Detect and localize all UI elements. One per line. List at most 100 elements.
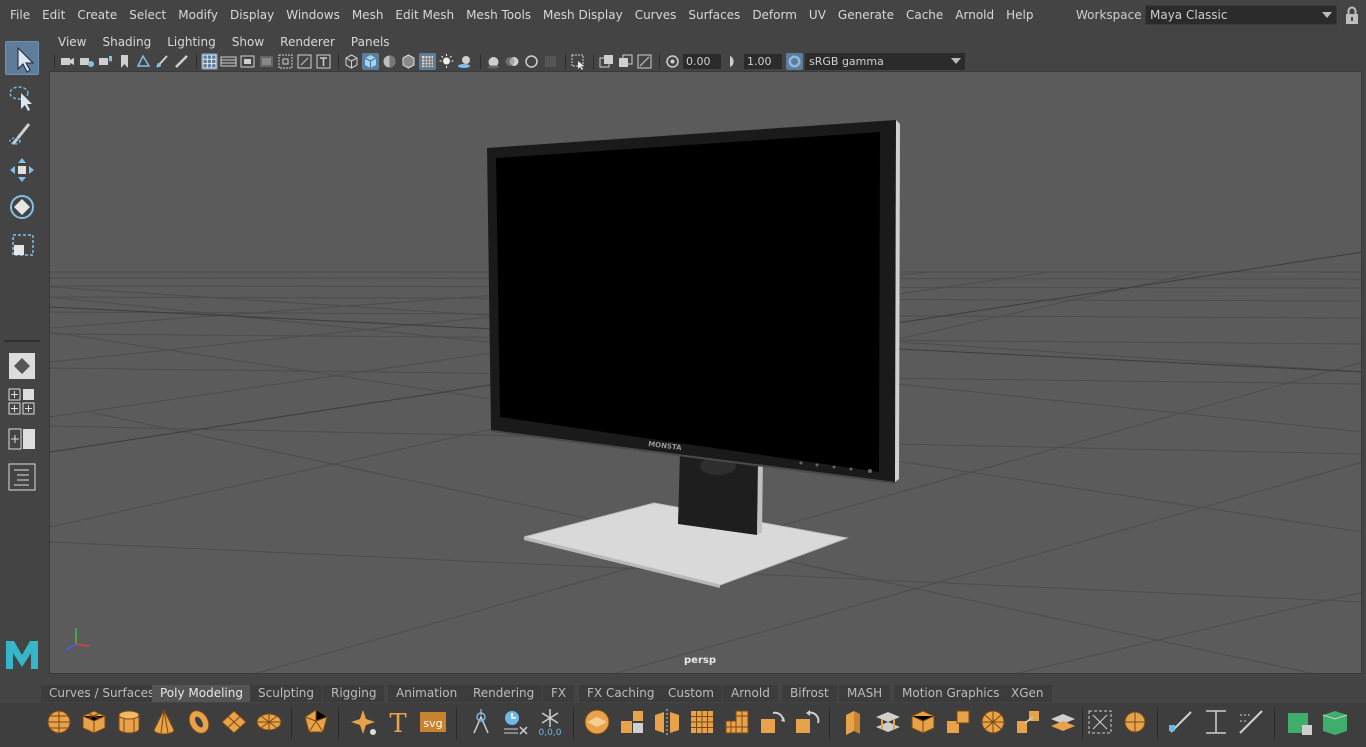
shelf-tab-motion-graphics[interactable]: Motion Graphics [894, 685, 1008, 702]
separate-icon[interactable] [617, 707, 647, 737]
lock-icon[interactable] [1343, 5, 1361, 25]
select-camera-icon[interactable] [59, 53, 76, 70]
paint-select-tool-button[interactable] [5, 116, 39, 150]
sweep-mesh-icon[interactable] [466, 707, 496, 737]
gamma-field[interactable]: 1.00 [744, 53, 782, 69]
menu-select[interactable]: Select [123, 8, 172, 22]
exposure-field[interactable]: 0.00 [683, 53, 721, 69]
xray-icon[interactable] [598, 53, 615, 70]
color-management-icon[interactable] [786, 52, 803, 70]
grease-pencil-icon[interactable] [154, 53, 171, 70]
svg-tool-icon[interactable]: svg [418, 707, 448, 737]
shelf-tab-xgen[interactable]: XGen [1003, 685, 1052, 702]
remesh-icon[interactable] [757, 707, 787, 737]
reduce-icon[interactable] [722, 707, 752, 737]
menu-create[interactable]: Create [71, 8, 123, 22]
menu-uv[interactable]: UV [803, 8, 832, 22]
poly-torus-icon[interactable] [184, 707, 214, 737]
freeze-transform-icon[interactable]: 0,0,0 [535, 707, 565, 737]
two-view-layout-button[interactable] [7, 426, 37, 454]
shelf-tab-mash[interactable]: MASH [839, 685, 891, 702]
resolution-gate-icon[interactable] [239, 53, 256, 70]
menu-display[interactable]: Display [224, 8, 280, 22]
quad-draw-icon[interactable] [1085, 707, 1115, 737]
menu-help[interactable]: Help [1000, 8, 1039, 22]
shelf-tab-fx-caching[interactable]: FX Caching [579, 685, 663, 702]
shelf-tab-sculpting[interactable]: Sculpting [250, 685, 323, 702]
poly-cube-icon[interactable] [79, 707, 109, 737]
poly-cone-icon[interactable] [149, 707, 179, 737]
exposure-icon[interactable] [664, 53, 681, 70]
pencil-icon[interactable] [173, 53, 190, 70]
bevel-icon[interactable] [908, 707, 938, 737]
scale-tool-button[interactable] [5, 227, 39, 261]
outliner-layout-button[interactable] [7, 463, 37, 491]
poly-plane-icon[interactable] [219, 707, 249, 737]
shelf-tab-fx[interactable]: FX [543, 685, 575, 702]
menu-cache[interactable]: Cache [900, 8, 949, 22]
bridge-icon[interactable] [873, 707, 903, 737]
uv-editor-icon[interactable] [1284, 707, 1314, 737]
insert-edge-loop-icon[interactable] [1201, 707, 1231, 737]
wireframe-icon[interactable] [343, 53, 360, 70]
xray-joints-icon[interactable] [636, 53, 653, 70]
xray-active-components-icon[interactable] [617, 53, 634, 70]
edge-loop-icon[interactable] [1166, 707, 1196, 737]
shelf-tab-poly-modeling[interactable]: Poly Modeling [152, 685, 251, 702]
image-plane-icon[interactable] [135, 53, 152, 70]
ambient-occlusion-icon[interactable] [485, 53, 502, 70]
menu-edit[interactable]: Edit [36, 8, 71, 22]
super-shape-icon[interactable] [348, 707, 378, 737]
panel-menu-show[interactable]: Show [224, 35, 272, 49]
platonic-solid-icon[interactable] [301, 707, 331, 737]
bookmark-camera-icon[interactable] [97, 53, 114, 70]
panel-menu-view[interactable]: View [50, 35, 94, 49]
panel-menu-renderer[interactable]: Renderer [272, 35, 343, 49]
smooth-mesh-icon[interactable] [687, 707, 717, 737]
select-tool-button[interactable] [5, 41, 39, 75]
motion-blur-icon[interactable] [504, 53, 521, 70]
isolate-select-icon[interactable] [570, 53, 587, 70]
shelf-tab-curves-surfaces[interactable]: Curves / Surfaces [41, 685, 163, 702]
film-gate-icon[interactable] [220, 53, 237, 70]
delete-history-icon[interactable] [500, 707, 530, 737]
merge-vertex-icon[interactable] [1048, 707, 1078, 737]
append-to-polygon-icon[interactable] [943, 707, 973, 737]
extrude-icon[interactable] [838, 707, 868, 737]
lasso-tool-button[interactable] [5, 79, 39, 113]
move-tool-button[interactable] [5, 153, 39, 187]
smooth-shade-icon[interactable] [362, 52, 379, 70]
type-text-icon[interactable]: T [383, 707, 413, 737]
sculpt-grab-icon[interactable] [1120, 707, 1150, 737]
grid-icon[interactable] [201, 52, 218, 70]
gamma-icon[interactable] [725, 53, 742, 70]
menu-deform[interactable]: Deform [746, 8, 803, 22]
workspace-dropdown[interactable]: Maya Classic [1145, 5, 1337, 25]
uv-unfold-icon[interactable] [1319, 707, 1349, 737]
combine-icon[interactable] [582, 707, 612, 737]
menu-mesh-display[interactable]: Mesh Display [537, 8, 629, 22]
wireframe-on-shaded-icon[interactable] [400, 53, 417, 70]
bookmark-icon[interactable] [116, 53, 133, 70]
safe-title-icon[interactable] [315, 53, 332, 70]
retopologize-icon[interactable] [792, 707, 822, 737]
rotate-tool-button[interactable] [5, 190, 39, 224]
field-chart-icon[interactable] [277, 53, 294, 70]
menu-arnold[interactable]: Arnold [949, 8, 1000, 22]
gate-mask-icon[interactable] [258, 53, 275, 70]
anti-aliasing-icon[interactable] [523, 53, 540, 70]
camera-attributes-icon[interactable] [78, 53, 95, 70]
offset-edge-loop-icon[interactable] [1236, 707, 1266, 737]
menu-modify[interactable]: Modify [172, 8, 224, 22]
textured-icon[interactable] [419, 52, 436, 70]
panel-menu-shading[interactable]: Shading [94, 35, 159, 49]
poly-sphere-icon[interactable] [44, 707, 74, 737]
panel-menu-lighting[interactable]: Lighting [159, 35, 224, 49]
lights-icon[interactable] [438, 53, 455, 70]
safe-action-icon[interactable] [296, 53, 313, 70]
shadows-icon[interactable] [457, 53, 474, 70]
four-view-layout-button[interactable] [7, 387, 37, 415]
menu-file[interactable]: File [0, 8, 36, 22]
multi-cut-icon[interactable] [978, 707, 1008, 737]
mirror-icon[interactable] [652, 707, 682, 737]
